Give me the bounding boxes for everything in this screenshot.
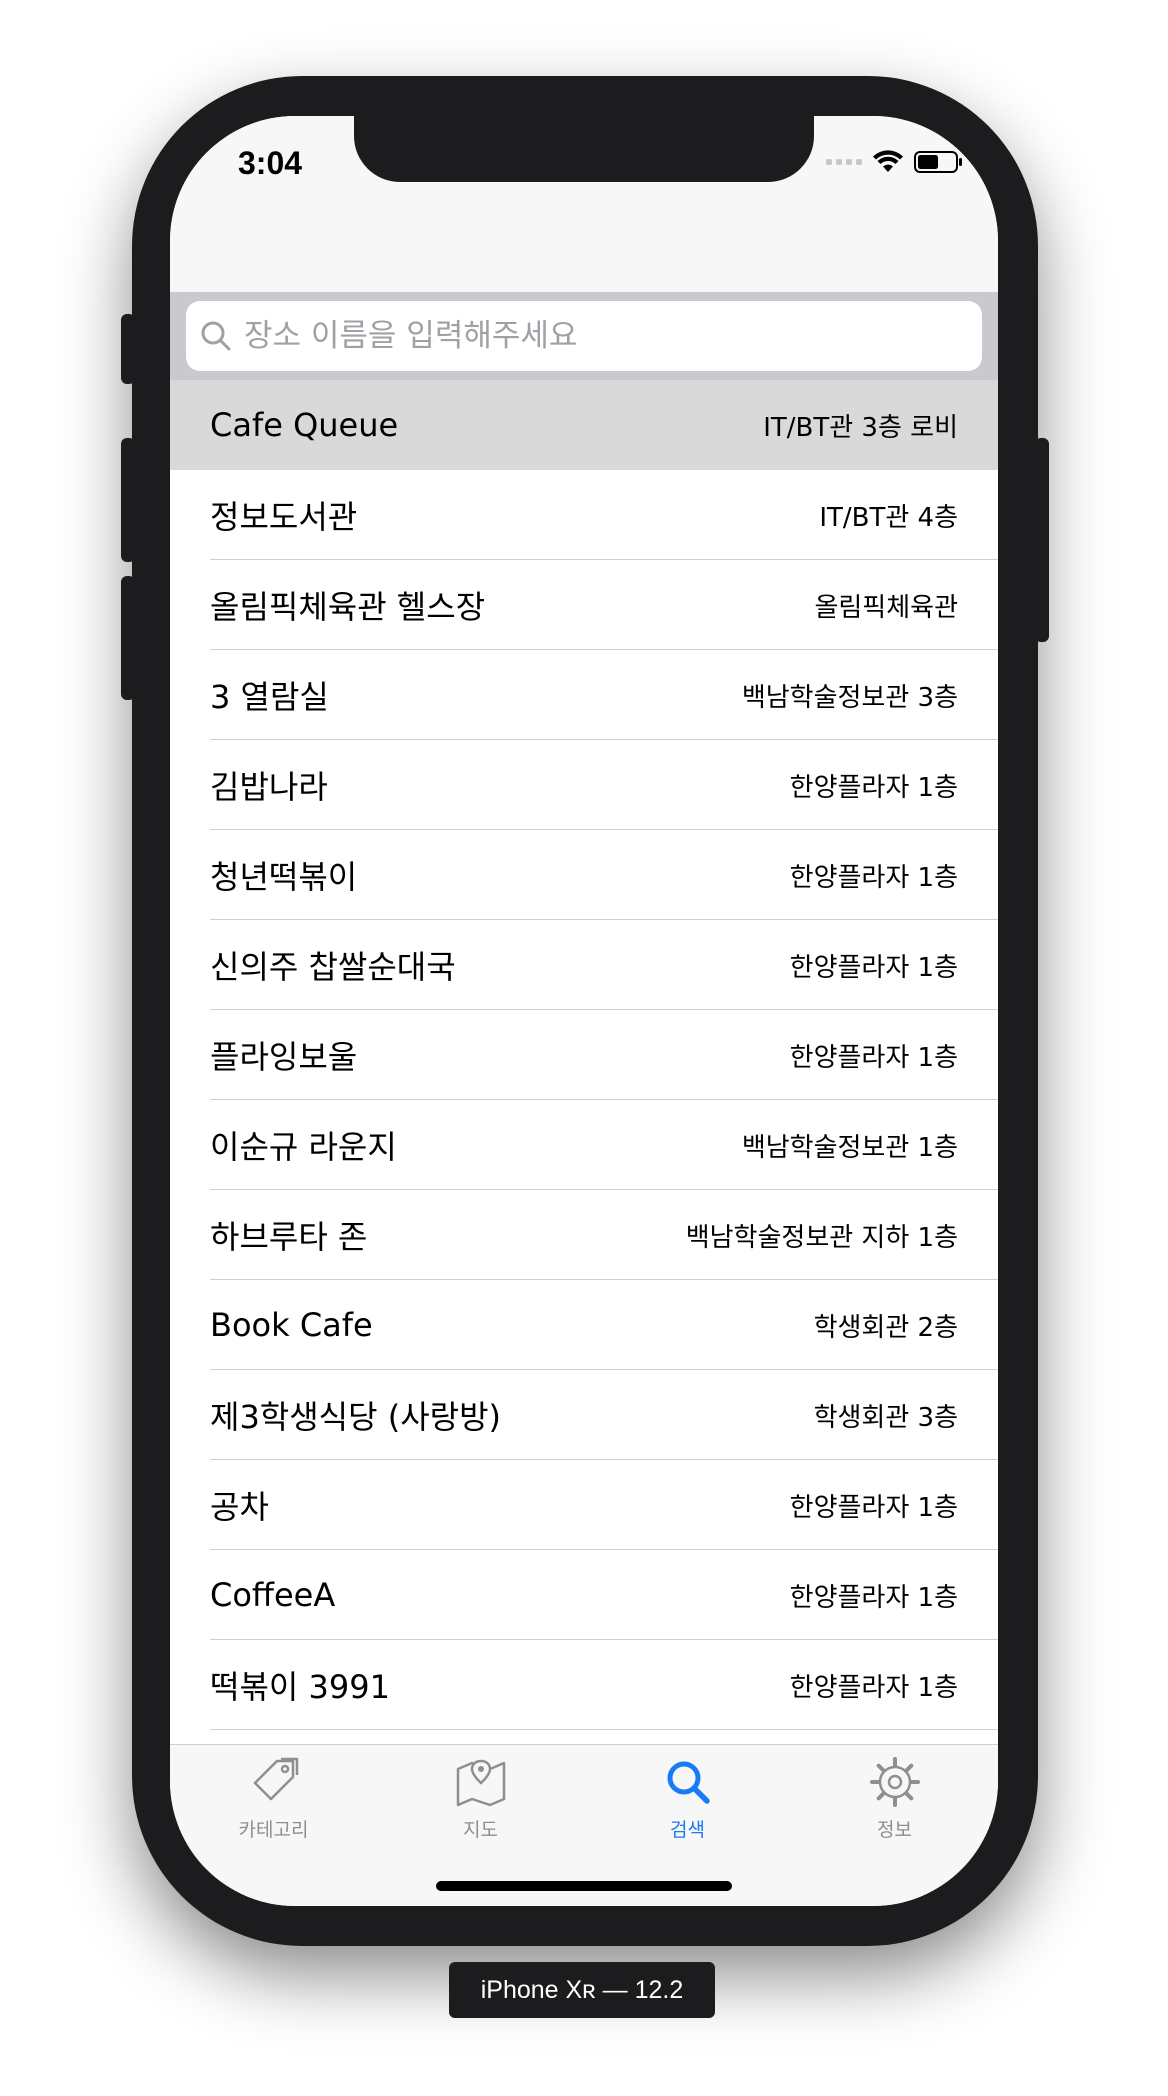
device-label: iPhone Xʀ — 12.2 — [449, 1962, 715, 2018]
volume-up-button — [121, 438, 135, 562]
list-item[interactable]: CoffeeA 한양플라자 1층 — [170, 1550, 998, 1640]
list-item[interactable]: 3 열람실 백남학술정보관 3층 — [170, 650, 998, 740]
search-input[interactable] — [242, 317, 946, 355]
tab-search[interactable]: 검색 — [584, 1755, 791, 1845]
list-item[interactable]: 공차 한양플라자 1층 — [170, 1460, 998, 1550]
place-name: 플라잉보울 — [210, 1038, 358, 1076]
tag-icon — [253, 1757, 298, 1801]
battery-icon — [914, 151, 962, 173]
place-name: Cafe Queue — [210, 406, 399, 444]
place-name: 이순규 라운지 — [210, 1128, 397, 1166]
place-location: 한양플라자 1층 — [789, 1672, 958, 1703]
place-location: 한양플라자 1층 — [789, 952, 958, 983]
place-name: 올림픽체육관 헬스장 — [210, 588, 486, 626]
place-name: 하브루타 존 — [210, 1218, 368, 1256]
tab-category[interactable]: 카테고리 — [170, 1755, 377, 1845]
place-name: 떡볶이 3991 — [210, 1668, 390, 1706]
place-location: 백남학술정보관 3층 — [741, 682, 958, 713]
tab-label: 검색 — [670, 1819, 705, 1841]
place-location: 올림픽체육관 — [814, 592, 958, 623]
place-location: IT/BT관 4층 — [819, 502, 958, 533]
place-list[interactable]: Cafe Queue IT/BT관 3층 로비정보도서관 IT/BT관 4층올림픽체… — [170, 380, 998, 1730]
place-location: IT/BT관 3층 로비 — [763, 412, 958, 443]
place-name: CoffeeA — [210, 1576, 336, 1614]
map-icon — [456, 1759, 505, 1807]
notch — [354, 116, 814, 182]
list-item[interactable]: 플라잉보울 한양플라자 1층 — [170, 1010, 998, 1100]
place-name: 3 열람실 — [210, 678, 329, 716]
search-bar — [170, 292, 998, 380]
place-name: 제3학생식당 (사랑방) — [210, 1398, 502, 1436]
magnifier-icon — [201, 321, 231, 351]
place-name: 정보도서관 — [210, 498, 358, 536]
tab-label: 카테고리 — [238, 1819, 309, 1841]
place-name: Book Cafe — [210, 1306, 373, 1344]
place-location: 한양플라자 1층 — [789, 862, 958, 893]
place-location: 한양플라자 1층 — [789, 772, 958, 803]
list-item[interactable]: 신의주 찹쌀순대국 한양플라자 1층 — [170, 920, 998, 1010]
power-button — [1035, 438, 1049, 642]
place-location: 학생회관 2층 — [813, 1312, 958, 1343]
cellular-signal-icon — [826, 159, 862, 165]
list-item[interactable]: 정보도서관 IT/BT관 4층 — [170, 470, 998, 560]
volume-down-button — [121, 576, 135, 700]
list-item[interactable]: 하브루타 존 백남학술정보관 지하 1층 — [170, 1190, 998, 1280]
status-icons — [826, 150, 964, 174]
search-field[interactable] — [186, 301, 982, 371]
place-name: 김밥나라 — [210, 768, 328, 806]
place-location: 한양플라자 1층 — [789, 1042, 958, 1073]
place-location: 한양플라자 1층 — [789, 1492, 958, 1523]
place-location: 한양플라자 1층 — [789, 1582, 958, 1613]
list-item[interactable]: 김밥나라 한양플라자 1층 — [170, 740, 998, 830]
search-icon — [667, 1761, 710, 1804]
wifi-icon — [873, 150, 903, 172]
list-item[interactable]: 이순규 라운지 백남학술정보관 1층 — [170, 1100, 998, 1190]
place-name: 신의주 찹쌀순대국 — [210, 948, 456, 986]
tab-label: 정보 — [877, 1819, 912, 1841]
place-location: 백남학술정보관 지하 1층 — [685, 1222, 958, 1253]
list-item[interactable]: 제3학생식당 (사랑방) 학생회관 3층 — [170, 1370, 998, 1460]
screen: 3:04 Cafe QueueI — [170, 116, 998, 1906]
home-indicator — [436, 1881, 732, 1891]
tab-map[interactable]: 지도 — [377, 1755, 584, 1845]
tab-info[interactable]: 정보 — [791, 1755, 998, 1845]
place-location: 백남학술정보관 1층 — [741, 1132, 958, 1163]
place-name: 공차 — [210, 1488, 269, 1526]
list-item[interactable]: 청년떡볶이 한양플라자 1층 — [170, 830, 998, 920]
list-item[interactable]: 올림픽체육관 헬스장 올림픽체육관 — [170, 560, 998, 650]
status-time: 3:04 — [238, 145, 303, 181]
navigation-bar — [170, 204, 998, 292]
tab-label: 지도 — [463, 1819, 498, 1841]
list-item[interactable]: Book Cafe 학생회관 2층 — [170, 1280, 998, 1370]
place-name: 청년떡볶이 — [210, 858, 358, 896]
list-item[interactable]: 떡볶이 3991 한양플라자 1층 — [170, 1640, 998, 1730]
list-item[interactable]: Cafe Queue IT/BT관 3층 로비 — [170, 380, 998, 470]
tab-bar: 카테고리 지도 검색 정보 — [170, 1744, 998, 1906]
place-location: 학생회관 3층 — [813, 1402, 958, 1433]
mute-switch — [121, 314, 135, 384]
gear-icon — [869, 1757, 920, 1807]
